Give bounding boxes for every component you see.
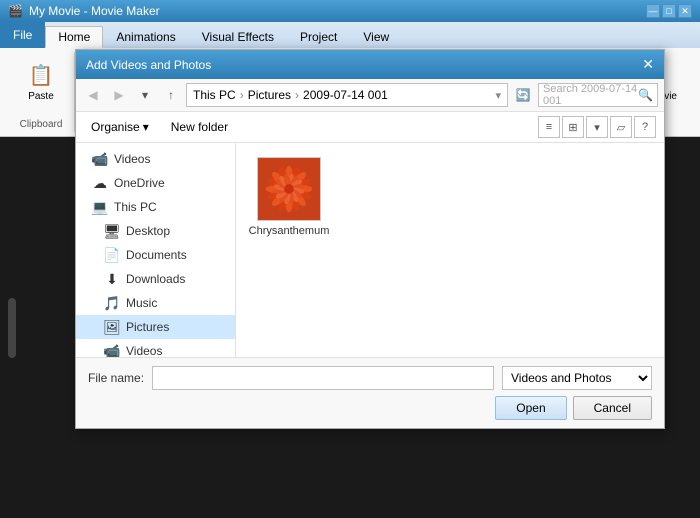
nav-downloads-label: Downloads — [126, 272, 185, 286]
videos-icon: 📹 — [92, 151, 108, 167]
scrollbar[interactable] — [8, 298, 16, 358]
nav-videos-1[interactable]: 📹 Videos — [76, 147, 235, 171]
view-list-button[interactable]: ≡ — [538, 116, 560, 138]
filetype-select[interactable]: Videos and Photos — [502, 366, 652, 390]
dialog-buttons: Open Cancel — [88, 396, 652, 420]
new-folder-label: New folder — [171, 120, 228, 134]
onedrive-icon: ☁ — [92, 175, 108, 191]
nav-documents[interactable]: 📄 Documents — [76, 243, 235, 267]
tab-view[interactable]: View — [350, 26, 402, 48]
window-title: My Movie - Movie Maker — [29, 4, 160, 18]
refresh-button[interactable]: 🔄 — [512, 84, 534, 106]
filename-label: File name: — [88, 371, 144, 385]
path-sep2: › — [295, 88, 299, 102]
nav-desktop[interactable]: 🖥 Desktop — [76, 219, 235, 243]
nav-music[interactable]: 🎵 Music — [76, 291, 235, 315]
new-folder-button[interactable]: New folder — [162, 117, 237, 137]
nav-onedrive-label: OneDrive — [114, 176, 165, 190]
maximize-button[interactable]: □ — [662, 4, 676, 18]
view-grid-button[interactable]: ⊞ — [562, 116, 584, 138]
path-thispc: This PC — [193, 88, 236, 102]
paste-button[interactable]: 📋 Paste — [16, 54, 66, 107]
preview-pane-button[interactable]: ▱ — [610, 116, 632, 138]
organise-dropdown-icon: ▾ — [143, 120, 149, 134]
nav-onedrive[interactable]: ☁ OneDrive — [76, 171, 235, 195]
nav-music-label: Music — [126, 296, 157, 310]
nav-pictures[interactable]: 🖼 Pictures — [76, 315, 235, 339]
file-browser: 📹 Videos ☁ OneDrive 💻 This PC 🖥 Desktop … — [76, 143, 664, 357]
tab-home[interactable]: Home — [45, 26, 103, 48]
organise-button[interactable]: Organise ▾ — [84, 117, 156, 137]
up-button[interactable]: ↑ — [160, 84, 182, 106]
back-button[interactable]: ◀ — [82, 84, 104, 106]
forward-button[interactable]: ▶ — [108, 84, 130, 106]
title-bar: 🎬 My Movie - Movie Maker — □ ✕ — [0, 0, 700, 22]
recent-locations-button[interactable]: ▾ — [134, 84, 156, 106]
thispc-icon: 💻 — [92, 199, 108, 215]
search-icon: 🔍 — [638, 88, 653, 102]
address-bar: ◀ ▶ ▾ ↑ This PC › Pictures › 2009-07-14 … — [76, 79, 664, 112]
nav-documents-label: Documents — [126, 248, 187, 262]
add-videos-dialog: Add Videos and Photos ✕ ◀ ▶ ▾ ↑ This PC … — [75, 49, 665, 429]
minimize-button[interactable]: — — [646, 4, 660, 18]
view-buttons: ≡ ⊞ ▾ ▱ ? — [538, 116, 656, 138]
pictures-icon: 🖼 — [104, 319, 120, 335]
tab-animations[interactable]: Animations — [103, 26, 188, 48]
desktop-icon: 🖥 — [104, 223, 120, 239]
clipboard-items: 📋 Paste — [16, 54, 66, 115]
search-box[interactable]: Search 2009-07-14 001 🔍 — [538, 83, 658, 107]
path-folder: 2009-07-14 001 — [303, 88, 388, 102]
chrysanthemum-label: Chrysanthemum — [249, 225, 330, 237]
view-dropdown-button[interactable]: ▾ — [586, 116, 608, 138]
title-bar-left: 🎬 My Movie - Movie Maker — [8, 4, 160, 18]
dialog-close-button[interactable]: ✕ — [642, 56, 654, 73]
chrysanthemum-thumbnail — [257, 157, 321, 221]
open-button[interactable]: Open — [495, 396, 566, 420]
file-chrysanthemum[interactable]: Chrysanthemum — [244, 151, 334, 243]
main-area: Add Videos and Photos ✕ ◀ ▶ ▾ ↑ This PC … — [0, 137, 700, 518]
paste-icon: 📋 — [25, 59, 57, 91]
close-window-button[interactable]: ✕ — [678, 4, 692, 18]
nav-thispc[interactable]: 💻 This PC — [76, 195, 235, 219]
tab-project[interactable]: Project — [287, 26, 350, 48]
ribbon-tabs: File Home Animations Visual Effects Proj… — [0, 22, 700, 48]
path-sep1: › — [240, 88, 244, 102]
music-icon: 🎵 — [104, 295, 120, 311]
tab-visual-effects[interactable]: Visual Effects — [189, 26, 287, 48]
nav-pictures-label: Pictures — [126, 320, 169, 334]
search-placeholder: Search 2009-07-14 001 — [543, 83, 638, 107]
nav-thispc-label: This PC — [114, 200, 157, 214]
sidebar-navigation: 📹 Videos ☁ OneDrive 💻 This PC 🖥 Desktop … — [76, 143, 236, 357]
paste-label: Paste — [28, 91, 54, 102]
dialog-title-bar: Add Videos and Photos ✕ — [76, 50, 664, 79]
file-toolbar: Organise ▾ New folder ≡ ⊞ ▾ ▱ ? — [76, 112, 664, 143]
chrysanthemum-svg — [258, 157, 320, 221]
documents-icon: 📄 — [104, 247, 120, 263]
file-area: Chrysanthemum — [236, 143, 664, 357]
nav-videos-label-2: Videos — [126, 344, 162, 357]
dialog-title-text: Add Videos and Photos — [86, 58, 211, 72]
path-dropdown[interactable]: ▾ — [495, 89, 501, 102]
nav-videos-2[interactable]: 📹 Videos — [76, 339, 235, 357]
nav-desktop-label: Desktop — [126, 224, 170, 238]
dialog-bottom: File name: Videos and Photos Open Cancel — [76, 357, 664, 428]
filename-row: File name: Videos and Photos — [88, 366, 652, 390]
cancel-button[interactable]: Cancel — [573, 396, 652, 420]
clipboard-label: Clipboard — [20, 117, 63, 130]
downloads-icon: ⬇ — [104, 271, 120, 287]
tab-file[interactable]: File — [0, 22, 45, 48]
help-button[interactable]: ? — [634, 116, 656, 138]
clipboard-group: 📋 Paste Clipboard — [8, 52, 75, 132]
organise-label: Organise — [91, 120, 140, 134]
videos-icon-2: 📹 — [104, 343, 120, 357]
path-pictures: Pictures — [248, 88, 291, 102]
app-icon: 🎬 — [8, 4, 23, 18]
title-bar-controls: — □ ✕ — [646, 4, 692, 18]
filename-input[interactable] — [152, 366, 494, 390]
address-path[interactable]: This PC › Pictures › 2009-07-14 001 ▾ — [186, 83, 508, 107]
nav-videos-label-1: Videos — [114, 152, 150, 166]
nav-downloads[interactable]: ⬇ Downloads — [76, 267, 235, 291]
